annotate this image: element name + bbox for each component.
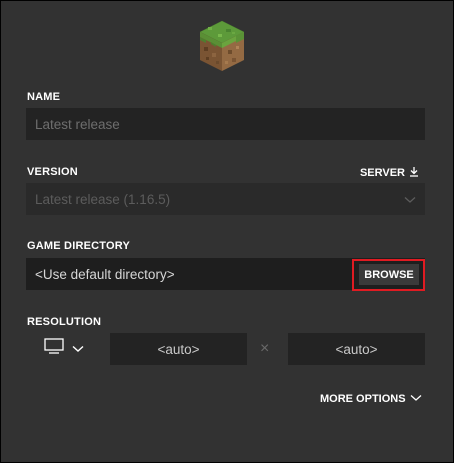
download-icon: [409, 166, 419, 180]
installation-editor-panel: NAME Latest release VERSION SERVER Lates…: [0, 0, 454, 463]
resolution-width-input[interactable]: <auto>: [110, 333, 247, 365]
resolution-height-input[interactable]: <auto>: [288, 333, 425, 365]
game-directory-label: GAME DIRECTORY: [27, 240, 131, 252]
chevron-down-icon: [410, 393, 422, 405]
resolution-label: RESOLUTION: [27, 316, 102, 328]
chevron-down-icon: [404, 192, 416, 207]
resolution-width-value: <auto>: [157, 341, 200, 357]
chevron-down-icon: [72, 340, 84, 358]
version-label: VERSION: [27, 166, 78, 178]
name-input[interactable]: Latest release: [26, 108, 425, 140]
monitor-icon: [44, 338, 64, 359]
resolution-separator: ×: [260, 340, 270, 357]
resolution-height-value: <auto>: [335, 341, 378, 357]
more-options-label: MORE OPTIONS: [320, 393, 406, 405]
server-download-button[interactable]: SERVER: [360, 166, 419, 180]
version-select[interactable]: Latest release (1.16.5): [26, 183, 425, 215]
name-input-placeholder: Latest release: [35, 116, 120, 132]
browse-button[interactable]: BROWSE: [359, 264, 419, 285]
server-label: SERVER: [359, 167, 405, 179]
name-label: NAME: [27, 91, 61, 103]
monitor-select[interactable]: [44, 338, 84, 359]
game-directory-value: <Use default directory>: [35, 266, 175, 282]
grass-block-icon: [198, 19, 246, 73]
version-selected-value: Latest release (1.16.5): [35, 191, 171, 207]
more-options-button[interactable]: MORE OPTIONS: [320, 393, 422, 405]
